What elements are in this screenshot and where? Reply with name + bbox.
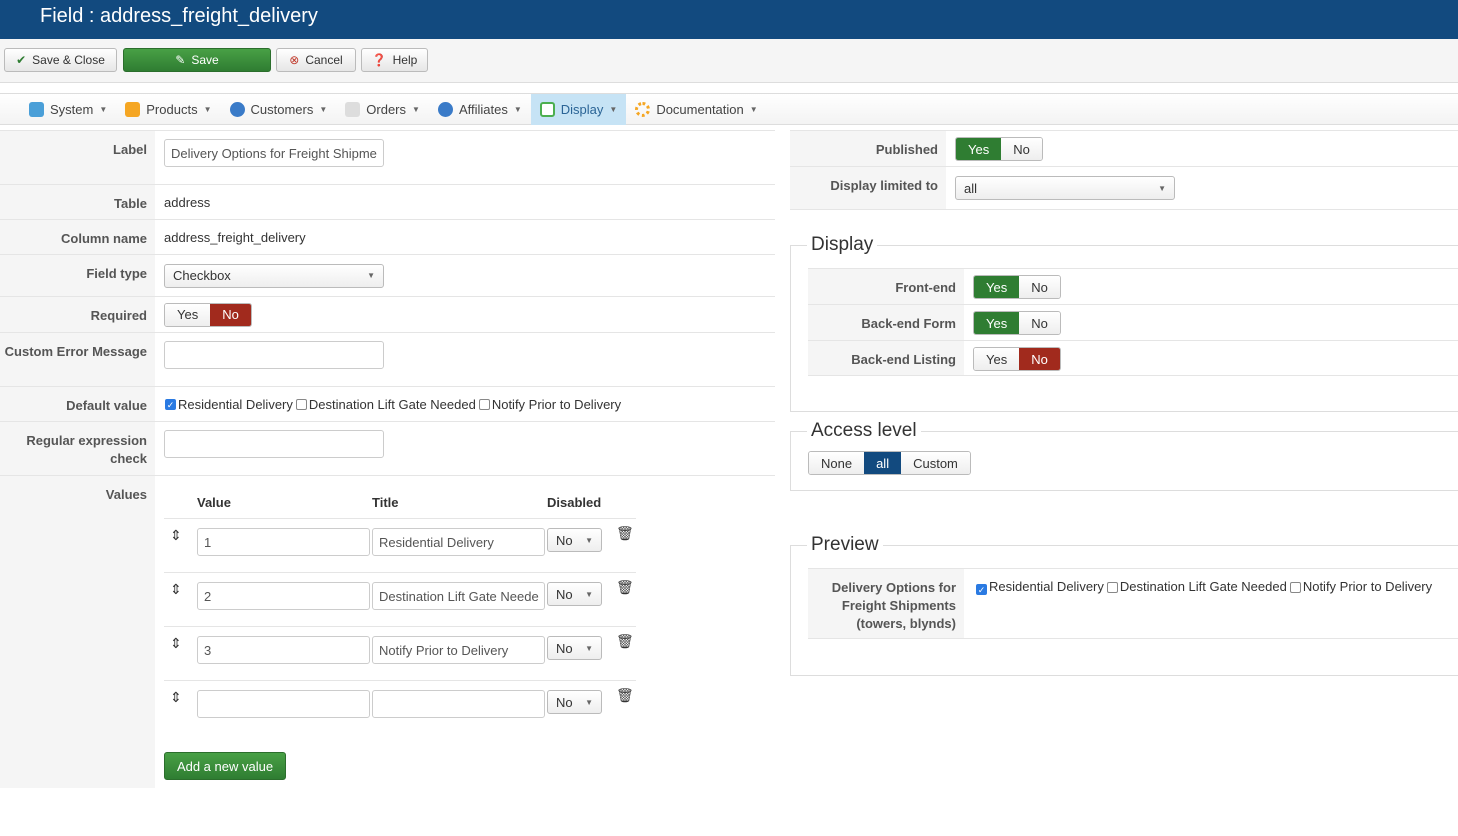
- cancel-button[interactable]: ⊗ Cancel: [276, 48, 356, 72]
- label-row: Label Delivery Options for Freight Shipm…: [0, 130, 775, 184]
- display-icon: [539, 102, 555, 117]
- custom-error-input[interactable]: [164, 341, 384, 369]
- disabled-select[interactable]: No ▼: [547, 582, 602, 606]
- regex-input[interactable]: [164, 430, 384, 458]
- drag-handle-icon[interactable]: ⇕: [170, 689, 182, 706]
- menu-products[interactable]: Products ▼: [116, 94, 220, 124]
- menu-documentation[interactable]: Documentation ▼: [626, 94, 766, 124]
- access-custom[interactable]: Custom: [901, 452, 970, 474]
- drag-handle-icon[interactable]: ⇕: [170, 527, 182, 544]
- cancel-icon: ⊗: [289, 53, 300, 67]
- value-input[interactable]: 2: [197, 582, 370, 610]
- box-icon: [125, 101, 141, 117]
- table-value: address: [164, 194, 211, 210]
- chevron-down-icon: ▼: [1158, 183, 1166, 193]
- title-input[interactable]: [372, 690, 545, 718]
- backend_listing-toggle: Yes No: [973, 347, 1061, 371]
- drag-handle-icon[interactable]: ⇕: [170, 581, 182, 598]
- access-all[interactable]: all: [864, 452, 902, 474]
- field-type-row: Field type Checkbox ▼: [0, 254, 775, 296]
- orders-icon: [345, 101, 361, 117]
- title-input[interactable]: Destination Lift Gate Neede: [372, 582, 545, 610]
- save-close-button[interactable]: ✔ Save & Close: [4, 48, 117, 72]
- value-row: ⇕ 3 Notify Prior to Delivery No ▼ 🗑: [164, 626, 636, 680]
- backend_form-yes[interactable]: Yes: [974, 312, 1020, 334]
- trash-icon[interactable]: 🗑: [616, 579, 634, 596]
- preview-checkbox-2[interactable]: [1106, 582, 1118, 593]
- required-row: Required Yes No: [0, 296, 775, 332]
- regex-row: Regular expression check: [0, 421, 775, 475]
- default-checkbox-1[interactable]: ✓: [165, 398, 176, 410]
- backend_form-no[interactable]: No: [1019, 312, 1060, 334]
- display-limited-row: Display limited to all ▼: [790, 166, 1458, 210]
- default-value-row: Default value ✓ Residential Delivery Dest…: [0, 386, 775, 421]
- display-limited-select[interactable]: all ▼: [955, 176, 1175, 200]
- published-yes[interactable]: Yes: [956, 138, 1002, 160]
- value-input[interactable]: [197, 690, 370, 718]
- custom-error-row: Custom Error Message: [0, 332, 775, 386]
- frontend-yes[interactable]: Yes: [974, 276, 1020, 298]
- check-icon: ✔: [16, 53, 27, 67]
- preview-checkbox-3[interactable]: [1289, 582, 1301, 593]
- published-row: Published Yes No: [790, 130, 1458, 166]
- disabled-select[interactable]: No ▼: [547, 528, 602, 552]
- required-yes[interactable]: Yes: [165, 303, 211, 326]
- required-toggle: Yes No: [164, 302, 252, 327]
- trash-icon[interactable]: 🗑: [616, 687, 634, 704]
- published-toggle: Yes No: [955, 137, 1043, 161]
- frontend-toggle: Yes No: [973, 275, 1061, 299]
- main-menu: System ▼ Products ▼ Customers ▼ Orders ▼ Aff…: [0, 93, 1458, 125]
- value-input[interactable]: 1: [197, 528, 370, 556]
- required-no[interactable]: No: [210, 303, 251, 326]
- backend_listing-yes[interactable]: Yes: [974, 348, 1020, 370]
- edit-icon: ✎: [175, 53, 186, 67]
- menu-affiliates[interactable]: Affiliates ▼: [429, 94, 531, 124]
- default-checkbox-2[interactable]: [295, 398, 307, 410]
- value-row: ⇕ 1 Residential Delivery No ▼ 🗑: [164, 518, 636, 572]
- trash-icon[interactable]: 🗑: [616, 633, 634, 650]
- trash-icon[interactable]: 🗑: [616, 525, 634, 542]
- disabled-select[interactable]: No ▼: [547, 690, 602, 714]
- disabled-select[interactable]: No ▼: [547, 636, 602, 660]
- display-backend_listing-row: Back-end Listing Yes No: [808, 340, 1458, 376]
- label-input[interactable]: Delivery Options for Freight Shipme: [164, 139, 384, 167]
- menu-system[interactable]: System ▼: [20, 94, 116, 124]
- title-input[interactable]: Residential Delivery: [372, 528, 545, 556]
- field-type-select[interactable]: Checkbox ▼: [164, 263, 384, 288]
- page-title: Field : address_freight_delivery: [0, 0, 1458, 39]
- chevron-down-icon: ▼: [367, 271, 375, 280]
- value-row: ⇕ No ▼ 🗑: [164, 680, 636, 734]
- display-frontend-row: Front-end Yes No: [808, 268, 1458, 304]
- backend_form-toggle: Yes No: [973, 311, 1061, 335]
- access-none[interactable]: None: [809, 452, 865, 474]
- tools-icon: [29, 101, 44, 117]
- help-button[interactable]: ❓ Help: [361, 48, 428, 72]
- add-value-button[interactable]: Add a new value: [164, 752, 286, 780]
- lifebuoy-icon: [635, 101, 651, 117]
- title-input[interactable]: Notify Prior to Delivery: [372, 636, 545, 664]
- frontend-no[interactable]: No: [1019, 276, 1060, 298]
- preview-checkbox-1[interactable]: ✓: [976, 584, 987, 595]
- column-value: address_freight_delivery: [164, 229, 306, 245]
- affiliates-icon: [437, 101, 453, 117]
- menu-customers[interactable]: Customers ▼: [221, 94, 337, 124]
- default-checkbox-3[interactable]: [478, 398, 490, 410]
- help-icon: ❓: [371, 53, 387, 67]
- menu-orders[interactable]: Orders ▼: [336, 94, 429, 124]
- table-row: Table address: [0, 184, 775, 219]
- preview-row: Delivery Options for Freight Shipments (…: [808, 568, 1458, 639]
- save-button[interactable]: ✎ Save: [123, 48, 271, 72]
- value-row: ⇕ 2 Destination Lift Gate Neede No ▼ 🗑: [164, 572, 636, 626]
- display-backend_form-row: Back-end Form Yes No: [808, 304, 1458, 340]
- backend_listing-no[interactable]: No: [1019, 348, 1060, 370]
- access-level-toggle: None all Custom: [808, 451, 971, 475]
- drag-handle-icon[interactable]: ⇕: [170, 635, 182, 652]
- menu-display[interactable]: Display ▼: [530, 94, 627, 125]
- value-input[interactable]: 3: [197, 636, 370, 664]
- toolbar: ✔ Save & Close ✎ Save ⊗ Cancel ❓ Help: [0, 39, 1458, 83]
- column-row: Column name address_freight_delivery: [0, 219, 775, 254]
- users-icon: [229, 101, 245, 117]
- published-no[interactable]: No: [1001, 138, 1042, 160]
